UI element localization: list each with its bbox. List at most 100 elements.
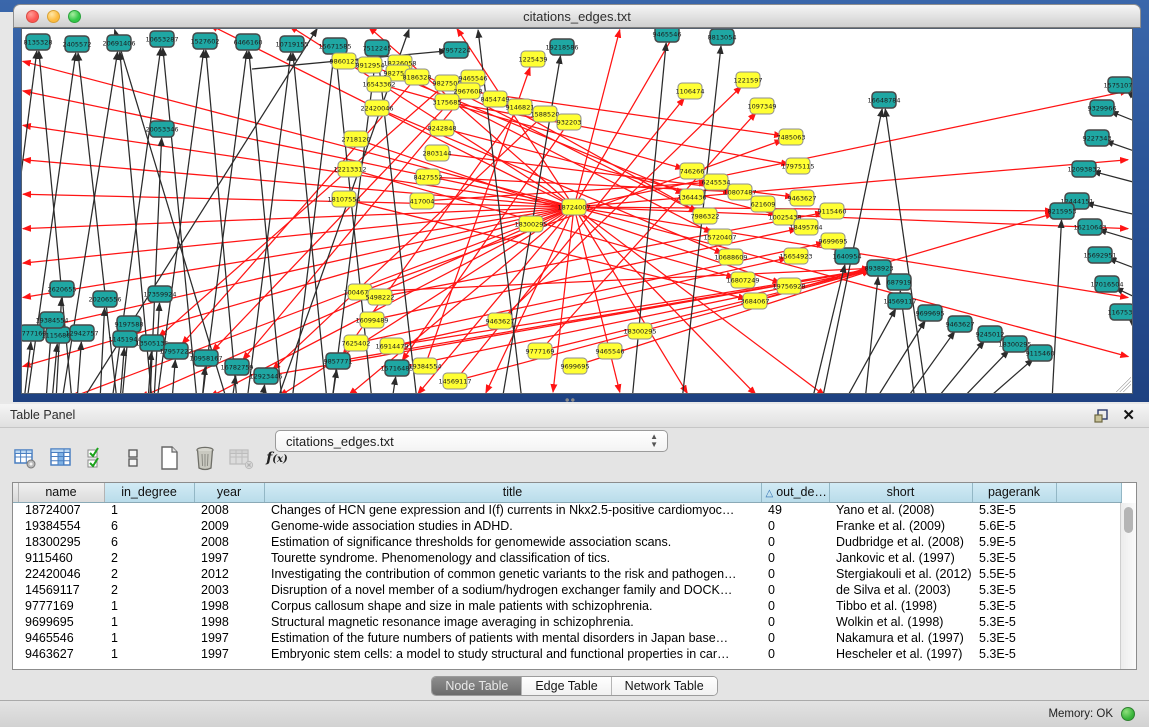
graph-node[interactable]: 18300295 bbox=[623, 323, 656, 339]
minimize-traffic-light[interactable] bbox=[47, 10, 60, 23]
graph-node[interactable]: 20691406 bbox=[102, 35, 135, 51]
table-cell[interactable]: Dudbridge et al. (2008) bbox=[829, 534, 972, 550]
table-cell[interactable]: 5.3E-5 bbox=[972, 630, 1056, 646]
graph-node[interactable]: 687919 bbox=[887, 274, 912, 290]
graph-edge[interactable] bbox=[23, 160, 574, 207]
table-cell[interactable]: Nakamura et al. (1997) bbox=[829, 630, 972, 646]
table-cell[interactable]: 22420046 bbox=[18, 566, 104, 582]
table-header-row[interactable]: namein_degreeyeartitle△out_de…shortpager… bbox=[13, 483, 1121, 502]
column-header-title[interactable]: title bbox=[264, 483, 761, 502]
graph-node[interactable]: 15751074 bbox=[1103, 77, 1132, 93]
graph-node[interactable]: 9463627 bbox=[946, 316, 975, 332]
graph-node[interactable]: 8938923 bbox=[865, 260, 894, 276]
table-cell[interactable]: 5.3E-5 bbox=[972, 646, 1056, 662]
table-cell[interactable]: 1 bbox=[104, 598, 194, 614]
graph-edge[interactable] bbox=[262, 385, 265, 393]
table-cell[interactable]: 1 bbox=[104, 630, 194, 646]
graph-node[interactable]: 12923446 bbox=[249, 368, 282, 384]
table-cell[interactable]: de Silva et al. (2003) bbox=[829, 582, 972, 598]
column-header-pagerank[interactable]: pagerank bbox=[972, 483, 1056, 502]
table-cell[interactable]: 2 bbox=[104, 550, 194, 566]
table-cell[interactable]: 1998 bbox=[194, 598, 264, 614]
network-window-titlebar[interactable]: citations_edges.txt bbox=[13, 4, 1141, 28]
scrollbar-thumb[interactable] bbox=[1124, 507, 1133, 533]
graph-node[interactable]: 9463627 bbox=[486, 313, 515, 329]
table-cell[interactable]: 2 bbox=[104, 582, 194, 598]
graph-edge[interactable] bbox=[442, 128, 776, 215]
graph-node[interactable]: 8215953 bbox=[1048, 203, 1077, 219]
graph-node[interactable]: 18107554 bbox=[327, 191, 360, 207]
table-cell[interactable]: Stergiakouli et al. (2012) bbox=[829, 566, 972, 582]
table-cell[interactable]: Estimation of the future numbers of pati… bbox=[264, 630, 761, 646]
graph-node[interactable]: 2803144 bbox=[423, 145, 452, 161]
table-cell[interactable]: 14569117 bbox=[18, 582, 104, 598]
graph-node[interactable]: 17016504 bbox=[1090, 276, 1123, 292]
table-cell[interactable]: 2008 bbox=[194, 502, 264, 518]
graph-node[interactable]: 18495764 bbox=[789, 219, 822, 235]
graph-node[interactable]: 2405572 bbox=[63, 36, 92, 52]
graph-node[interactable]: 8427552 bbox=[414, 169, 443, 185]
graph-edge[interactable] bbox=[249, 51, 282, 393]
graph-node[interactable]: 9115460 bbox=[818, 203, 847, 219]
table-cell[interactable]: 18724007 bbox=[18, 502, 104, 518]
table-row[interactable]: 1872400712008Changes of HCN gene express… bbox=[13, 502, 1121, 518]
column-header-out_de…[interactable]: △out_de… bbox=[761, 483, 829, 502]
table-cell[interactable]: 1 bbox=[104, 502, 194, 518]
graph-edge[interactable] bbox=[574, 207, 687, 393]
table-cell[interactable]: Investigating the contribution of common… bbox=[264, 566, 761, 582]
graph-node[interactable]: 15654923 bbox=[779, 248, 812, 264]
table-cell[interactable]: 5.3E-5 bbox=[972, 502, 1056, 518]
table-row[interactable]: 2242004622012Investigating the contribut… bbox=[13, 566, 1121, 582]
table-cell[interactable]: 0 bbox=[761, 630, 829, 646]
tab-network-table[interactable]: Network Table bbox=[611, 677, 717, 695]
column-header-short[interactable]: short bbox=[829, 483, 972, 502]
graph-node[interactable]: 19384554 bbox=[35, 312, 68, 328]
graph-node[interactable]: 12093832 bbox=[1067, 161, 1100, 177]
graph-node[interactable]: 9860123 bbox=[330, 53, 359, 69]
graph-node[interactable]: 16543362 bbox=[362, 76, 395, 92]
graph-node[interactable]: 1588520 bbox=[531, 106, 560, 122]
table-cell[interactable]: 0 bbox=[761, 550, 829, 566]
column-header-in_degree[interactable]: in_degree bbox=[104, 483, 194, 502]
row-check-icon[interactable] bbox=[84, 445, 110, 471]
table-cell[interactable]: Franke et al. (2009) bbox=[829, 518, 972, 534]
graph-node[interactable]: 1225439 bbox=[519, 51, 548, 67]
graph-node[interactable]: 9699695 bbox=[819, 233, 848, 249]
table-cell[interactable]: Structural magnetic resonance image aver… bbox=[264, 614, 761, 630]
table-cell[interactable]: Tibbo et al. (1998) bbox=[829, 598, 972, 614]
table-cell[interactable]: 1997 bbox=[194, 550, 264, 566]
float-window-icon[interactable] bbox=[1093, 408, 1109, 424]
graph-node[interactable]: 10653287 bbox=[145, 31, 178, 47]
graph-node[interactable]: 17957222 bbox=[159, 343, 192, 359]
table-cell[interactable]: 5.3E-5 bbox=[972, 598, 1056, 614]
graph-node[interactable]: 9857771 bbox=[324, 353, 353, 369]
graph-node[interactable]: 18724007 bbox=[557, 199, 590, 215]
panel-splitter[interactable] bbox=[0, 396, 1149, 404]
table-cell[interactable]: Corpus callosum shape and size in male p… bbox=[264, 598, 761, 614]
column-select-icon[interactable] bbox=[48, 445, 74, 471]
table-row[interactable]: 911546021997Tourette syndrome. Phenomeno… bbox=[13, 550, 1121, 566]
graph-node[interactable]: 9242848 bbox=[428, 120, 457, 136]
table-cell[interactable]: 0 bbox=[761, 598, 829, 614]
table-cell[interactable]: 1 bbox=[104, 614, 194, 630]
column-header-name[interactable]: name bbox=[18, 483, 104, 502]
graph-node[interactable]: 19384554 bbox=[408, 358, 441, 374]
graph-node[interactable]: 3684067 bbox=[741, 293, 770, 309]
table-cell[interactable]: 5.3E-5 bbox=[972, 582, 1056, 598]
table-cell[interactable]: 0 bbox=[761, 518, 829, 534]
table-cell[interactable]: 18300295 bbox=[18, 534, 104, 550]
table-cell[interactable]: 0 bbox=[761, 566, 829, 582]
graph-node[interactable]: 7625402 bbox=[342, 335, 371, 351]
splitter-handle[interactable] bbox=[563, 397, 577, 403]
delete-table-icon[interactable] bbox=[192, 445, 218, 471]
graph-node[interactable]: 7512245 bbox=[363, 40, 392, 56]
graph-node[interactable]: 10958167 bbox=[189, 350, 222, 366]
graph-node[interactable]: 17975115 bbox=[781, 158, 814, 174]
table-cell[interactable]: 5.3E-5 bbox=[972, 614, 1056, 630]
graph-node[interactable]: 9699695 bbox=[561, 358, 590, 374]
table-cell[interactable]: 9465546 bbox=[18, 630, 104, 646]
graph-node[interactable]: 20206556 bbox=[88, 291, 121, 307]
graph-node[interactable]: 15671585 bbox=[318, 38, 351, 54]
close-traffic-light[interactable] bbox=[26, 10, 39, 23]
graph-edge[interactable] bbox=[100, 308, 105, 393]
